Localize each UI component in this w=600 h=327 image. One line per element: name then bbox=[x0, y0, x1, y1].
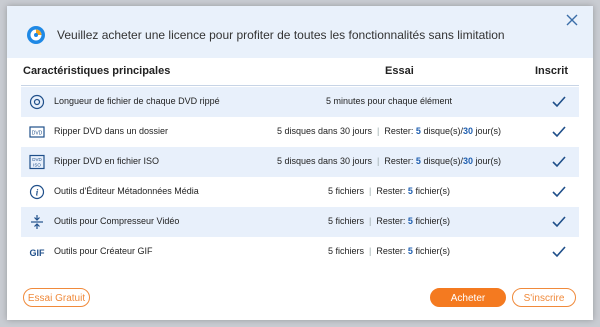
remaining-label: Rester: bbox=[384, 126, 414, 136]
remaining-unit: fichier(s) bbox=[415, 216, 450, 226]
app-logo-icon bbox=[27, 26, 45, 44]
trial-text: 5 minutes pour chaque élément bbox=[325, 96, 453, 106]
remaining-count: 5 bbox=[407, 186, 413, 196]
remaining-count: 5 bbox=[415, 156, 421, 166]
register-button[interactable]: S'inscrire bbox=[512, 288, 576, 307]
license-dialog: Veuillez acheter une licence pour profit… bbox=[7, 6, 593, 320]
trial-limit: 5 disques dans 30 jours bbox=[276, 156, 373, 166]
remaining-count: 5 bbox=[415, 126, 421, 136]
svg-text:ISO: ISO bbox=[33, 163, 41, 168]
gif-icon: GIF bbox=[30, 248, 46, 258]
table-row: i Outils d'Éditeur Métadonnées Média 5 f… bbox=[21, 177, 579, 207]
table-row: Outils pour Compresseur Vidéo 5 fichiers… bbox=[21, 207, 579, 237]
feature-label: Outils pour Compresseur Vidéo bbox=[54, 216, 180, 226]
remaining-label: Rester: bbox=[384, 156, 414, 166]
column-header-features: Caractéristiques principales bbox=[23, 65, 171, 77]
trial-limit: 5 fichiers bbox=[328, 186, 365, 196]
remaining-days-unit: jour(s) bbox=[475, 156, 502, 166]
column-header-trial: Essai bbox=[385, 65, 414, 77]
remaining-count: 5 bbox=[407, 246, 413, 256]
header-divider bbox=[21, 85, 579, 86]
trial-limit: 5 disques dans 30 jours bbox=[276, 126, 373, 136]
check-icon bbox=[552, 186, 566, 198]
remaining-days-unit: jour(s) bbox=[475, 126, 502, 136]
svg-text:DVD: DVD bbox=[32, 131, 43, 137]
column-header-registered: Inscrit bbox=[535, 65, 569, 77]
remaining-days: 30 bbox=[462, 126, 473, 136]
table-row: Longueur de fichier de chaque DVD rippé … bbox=[21, 87, 579, 117]
compress-icon bbox=[31, 215, 43, 229]
dvd-iso-icon: DVD ISO bbox=[29, 154, 45, 170]
trial-limit: 5 fichiers bbox=[328, 216, 365, 226]
check-icon bbox=[552, 216, 566, 228]
trial-value: 5 minutes pour chaque élément bbox=[269, 96, 509, 106]
remaining-unit: fichier(s) bbox=[415, 186, 450, 196]
header-message: Veuillez acheter une licence pour profit… bbox=[57, 28, 505, 42]
remaining-days: 30 bbox=[462, 156, 473, 166]
feature-label: Outils d'Éditeur Métadonnées Média bbox=[54, 186, 199, 196]
remaining-label: Rester: bbox=[376, 186, 406, 196]
remaining-label: Rester: bbox=[376, 246, 406, 256]
remaining-label: Rester: bbox=[376, 216, 406, 226]
check-icon bbox=[552, 156, 566, 168]
info-icon: i bbox=[29, 184, 45, 200]
feature-label: Ripper DVD dans un dossier bbox=[54, 126, 169, 136]
svg-text:DVD: DVD bbox=[32, 157, 42, 162]
trial-value: 5 disques dans 30 jours | Rester: 5 disque… bbox=[276, 156, 502, 166]
feature-label: Outils pour Créateur GIF bbox=[54, 246, 153, 256]
trial-value: 5 fichiers | Rester: 5 fichier(s) bbox=[328, 246, 450, 256]
close-icon[interactable] bbox=[564, 12, 580, 28]
trial-value: 5 fichiers | Rester: 5 fichier(s) bbox=[328, 216, 450, 226]
dialog-header: Veuillez acheter une licence pour profit… bbox=[7, 6, 593, 58]
svg-text:GIF: GIF bbox=[30, 248, 46, 258]
info-circle-icon bbox=[29, 94, 45, 110]
svg-text:i: i bbox=[36, 188, 39, 198]
check-icon bbox=[552, 96, 566, 108]
check-icon bbox=[552, 246, 566, 258]
check-icon bbox=[552, 126, 566, 138]
trial-limit: 5 fichiers bbox=[328, 246, 365, 256]
dvd-folder-icon: DVD bbox=[29, 126, 45, 138]
remaining-unit: disque(s)/ bbox=[423, 126, 463, 136]
table-row: DVD ISO Ripper DVD en fichier ISO 5 disq… bbox=[21, 147, 579, 177]
buy-button[interactable]: Acheter bbox=[430, 288, 506, 307]
remaining-unit: fichier(s) bbox=[415, 246, 450, 256]
remaining-count: 5 bbox=[407, 216, 413, 226]
table-row: GIF Outils pour Créateur GIF 5 fichiers |… bbox=[21, 237, 579, 267]
trial-value: 5 fichiers | Rester: 5 fichier(s) bbox=[328, 186, 450, 196]
trial-value: 5 disques dans 30 jours | Rester: 5 disque… bbox=[276, 126, 502, 136]
feature-label: Longueur de fichier de chaque DVD rippé bbox=[54, 96, 220, 106]
feature-label: Ripper DVD en fichier ISO bbox=[54, 156, 160, 166]
table-row: DVD Ripper DVD dans un dossier 5 disques… bbox=[21, 117, 579, 147]
remaining-unit: disque(s)/ bbox=[423, 156, 463, 166]
free-trial-button[interactable]: Essai Gratuit bbox=[23, 288, 90, 307]
